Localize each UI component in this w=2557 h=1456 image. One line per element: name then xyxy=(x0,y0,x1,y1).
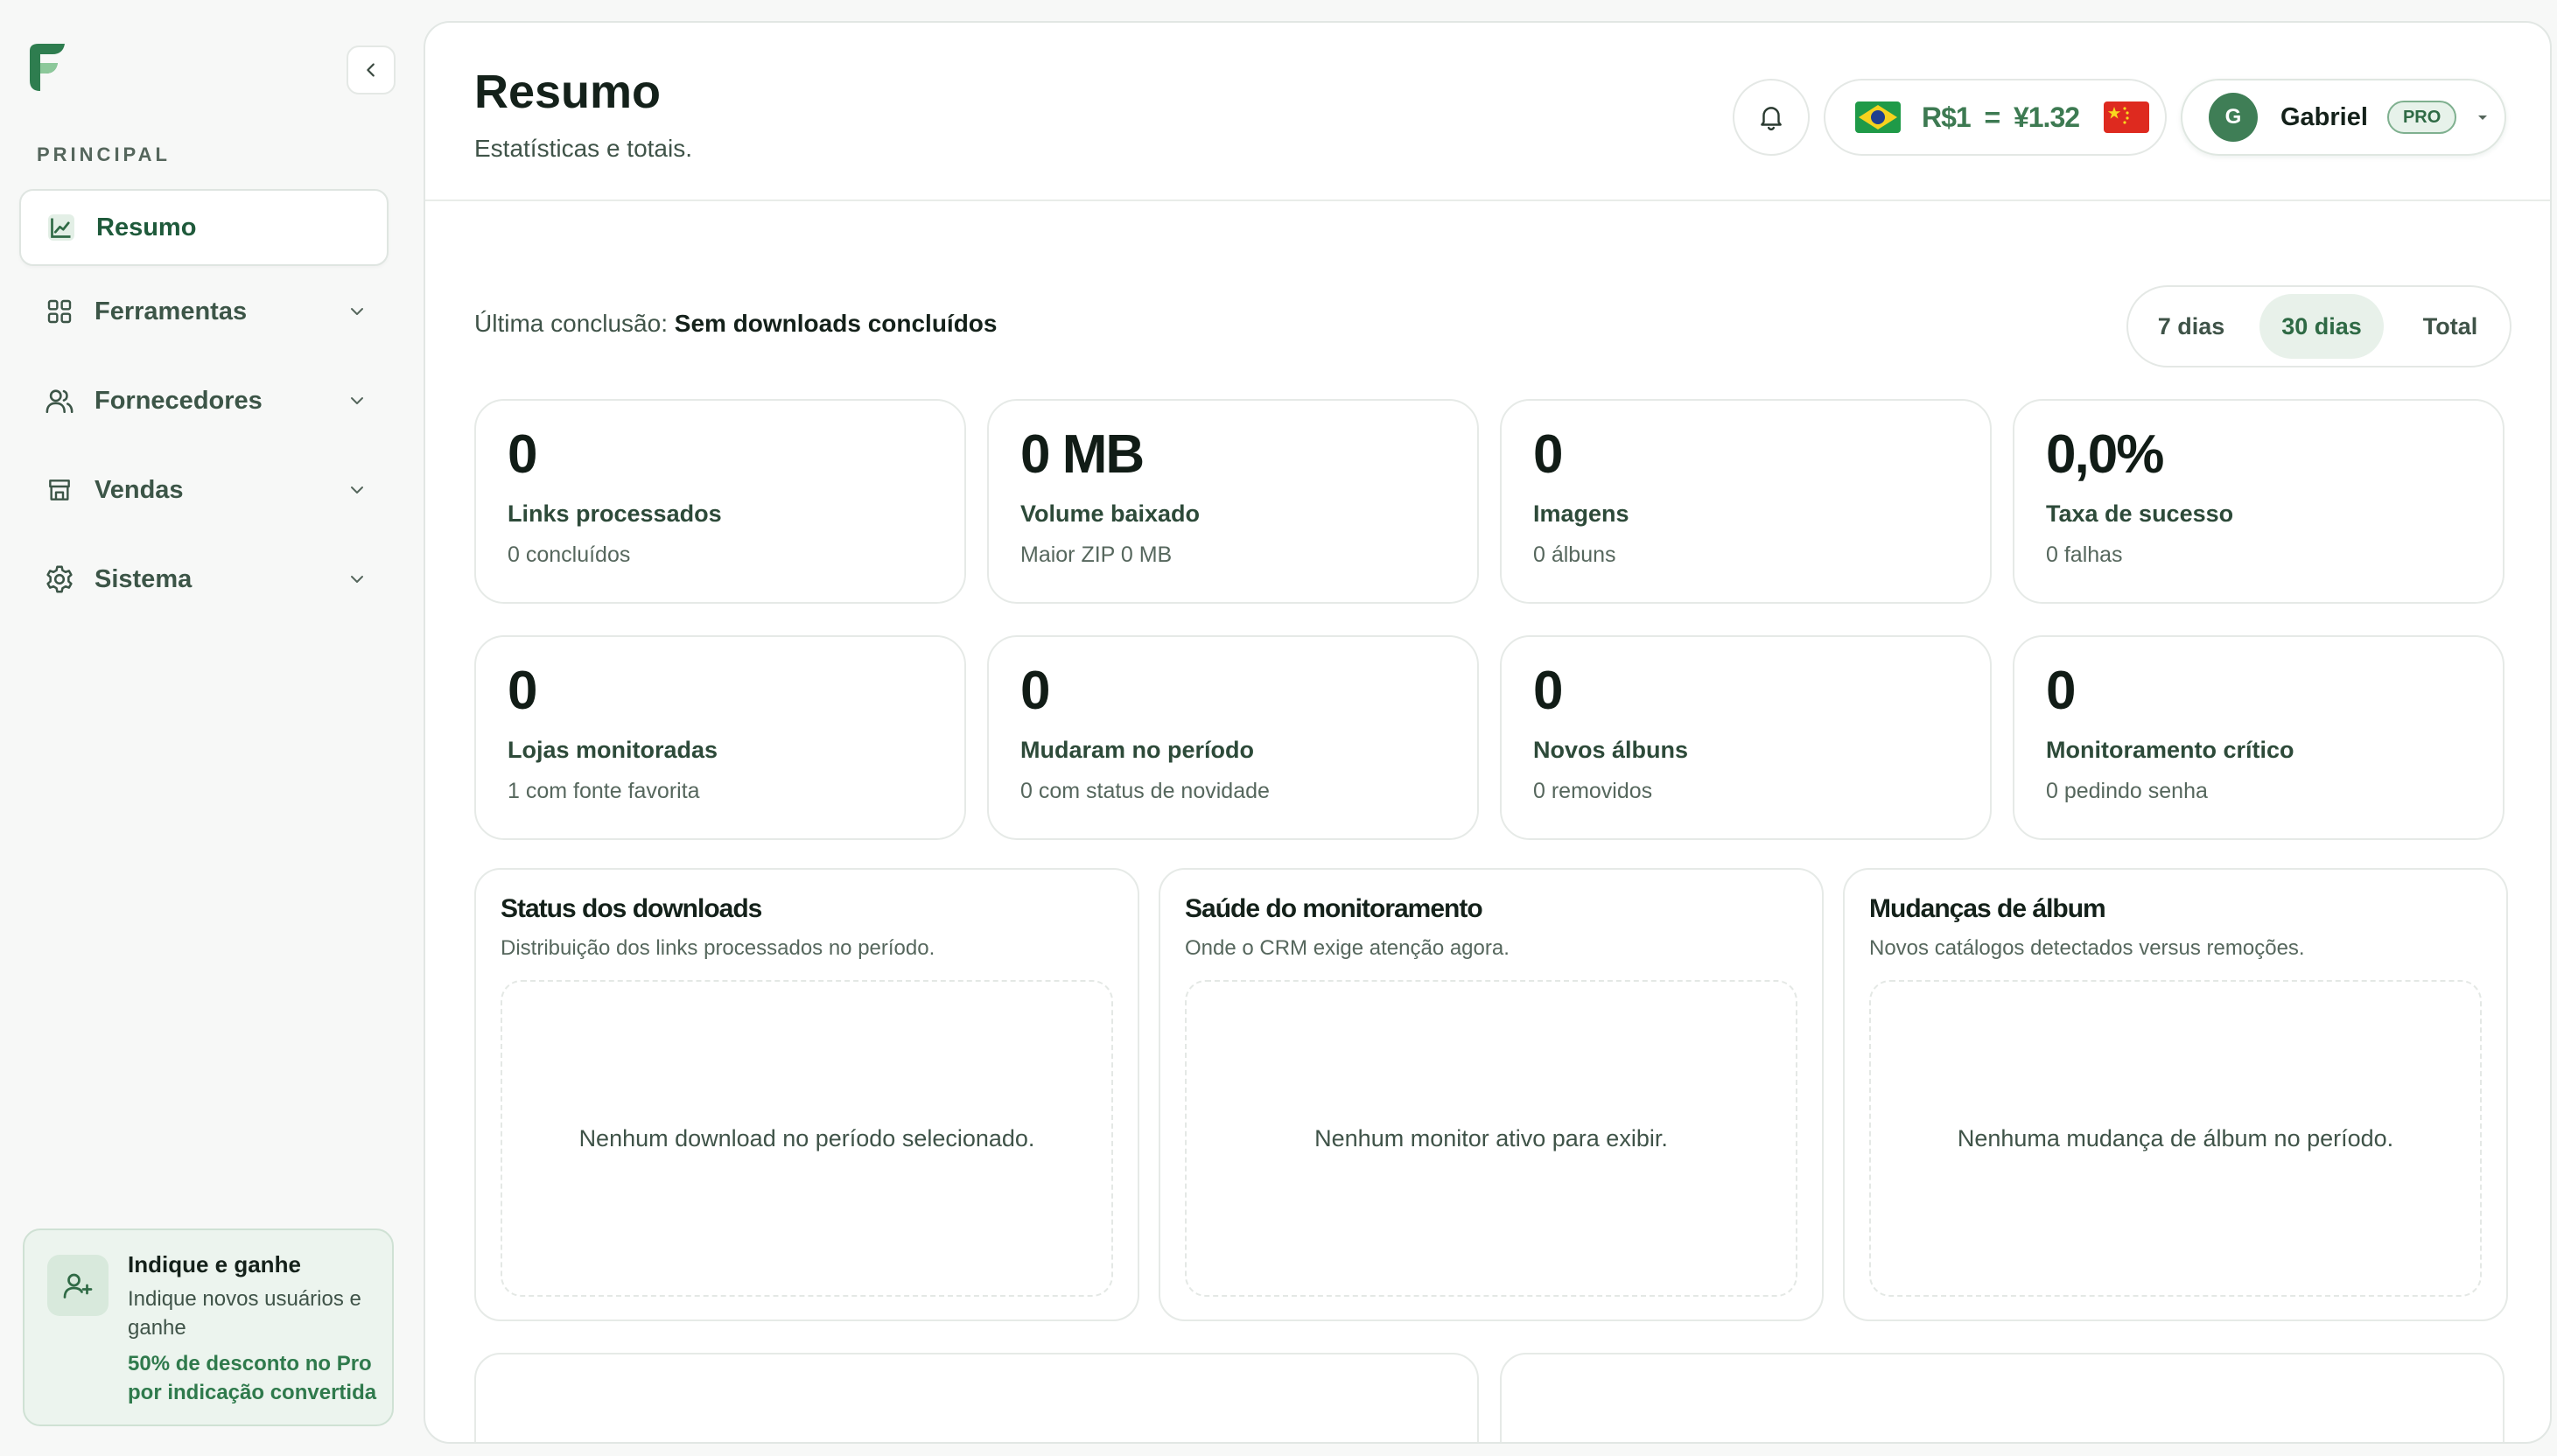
period-selector: 7 dias 30 dias Total xyxy=(2126,285,2511,368)
sidebar-item-label: Vendas xyxy=(95,475,184,504)
sidebar-item-sistema[interactable]: Sistema xyxy=(19,541,389,618)
stat-value: 0 xyxy=(1020,661,1051,721)
stat-card-links-processados: 0 Links processados 0 concluídos xyxy=(474,399,966,604)
stat-value: 0 xyxy=(1533,661,1564,721)
caret-down-icon xyxy=(2478,116,2488,120)
main-panel: Resumo Estatísticas e totais. R$1 = ¥1.3… xyxy=(424,21,2552,1444)
chevron-down-icon xyxy=(351,576,363,583)
chevron-left-icon xyxy=(367,63,375,77)
stat-subtext: 0 concluídos xyxy=(508,542,631,567)
stat-value: 0 xyxy=(508,661,538,721)
period-total-button[interactable]: Total xyxy=(2396,294,2504,359)
sidebar-item-ferramentas[interactable]: Ferramentas xyxy=(19,273,389,350)
sidebar-item-label: Resumo xyxy=(96,213,197,242)
panel-saude-monitoramento: Saúde do monitoramento Onde o CRM exige … xyxy=(1159,868,1824,1321)
page-header: Resumo Estatísticas e totais. R$1 = ¥1.3… xyxy=(425,23,2550,201)
store-icon xyxy=(42,472,77,508)
stat-subtext: 0 removidos xyxy=(1533,779,1653,803)
panel-subtitle: Onde o CRM exige atenção agora. xyxy=(1185,936,1510,960)
last-completion: Última conclusão: Sem downloads concluíd… xyxy=(474,310,997,338)
bell-icon xyxy=(1761,107,1782,130)
stat-subtext: 1 com fonte favorita xyxy=(508,779,700,803)
referral-description: Indique novos usuários e ganhe xyxy=(128,1287,361,1340)
brazil-flag-icon xyxy=(1855,102,1901,133)
gear-icon xyxy=(42,562,77,597)
stat-card-mudaram-no-periodo: 0 Mudaram no período 0 com status de nov… xyxy=(987,635,1479,840)
sidebar-item-vendas[interactable]: Vendas xyxy=(19,452,389,528)
stat-subtext: 0 pedindo senha xyxy=(2046,779,2208,803)
stat-label: Novos álbuns xyxy=(1533,737,1689,763)
page-title: Resumo xyxy=(474,66,662,118)
user-menu-button[interactable]: G Gabriel PRO xyxy=(2181,79,2506,156)
empty-state: Nenhum download no período selecionado. xyxy=(501,980,1113,1297)
stat-subtext: 0 falhas xyxy=(2046,542,2123,567)
empty-state: Nenhuma mudança de álbum no período. xyxy=(1869,980,2482,1297)
stat-label: Imagens xyxy=(1533,500,1629,527)
stat-label: Lojas monitoradas xyxy=(508,737,718,763)
avatar: G xyxy=(2209,93,2258,142)
sidebar-item-label: Fornecedores xyxy=(95,386,263,415)
exchange-rate: R$1 = ¥1.32 xyxy=(1824,79,2167,156)
chevron-down-icon xyxy=(351,308,363,315)
chevron-down-icon xyxy=(351,397,363,404)
stat-card-imagens: 0 Imagens 0 álbuns xyxy=(1500,399,1992,604)
sidebar-item-fornecedores[interactable]: Fornecedores xyxy=(19,362,389,439)
user-name: Gabriel xyxy=(2280,102,2368,131)
exchange-rate-text: R$1 = ¥1.32 xyxy=(1922,101,2080,133)
stat-label: Mudaram no período xyxy=(1020,737,1255,763)
panel-subtitle: Distribuição dos links processados no pe… xyxy=(501,936,935,960)
stat-subtext: Maior ZIP 0 MB xyxy=(1020,542,1173,567)
period-30-days-button[interactable]: 30 dias xyxy=(2259,294,2384,359)
chart-line-icon xyxy=(44,210,79,245)
stat-subtext: 0 com status de novidade xyxy=(1020,779,1270,803)
stat-card-volume-baixado: 0 MB Volume baixado Maior ZIP 0 MB xyxy=(987,399,1479,604)
stat-value: 0 xyxy=(2046,661,2077,721)
collapse-sidebar-button[interactable] xyxy=(347,46,396,94)
stat-label: Volume baixado xyxy=(1020,500,1201,527)
stat-value: 0 xyxy=(1533,424,1564,485)
referral-title: Indique e ganhe xyxy=(128,1251,301,1278)
bottom-card-right xyxy=(1500,1353,2504,1442)
panel-status-downloads: Status dos downloads Distribuição dos li… xyxy=(474,868,1139,1321)
stat-label: Taxa de sucesso xyxy=(2046,500,2234,527)
panel-mudancas-album: Mudanças de álbum Novos catálogos detect… xyxy=(1843,868,2508,1321)
stat-value: 0,0% xyxy=(2046,424,2164,485)
stat-card-monitoramento-critico: 0 Monitoramento crítico 0 pedindo senha xyxy=(2013,635,2504,840)
china-flag-icon xyxy=(2104,102,2150,133)
panel-subtitle: Novos catálogos detectados versus remoçõ… xyxy=(1869,936,2305,960)
bottom-card-left xyxy=(474,1353,1479,1442)
users-icon xyxy=(42,383,77,418)
sidebar-item-label: Ferramentas xyxy=(95,297,248,326)
stat-card-novos-albuns: 0 Novos álbuns 0 removidos xyxy=(1500,635,1992,840)
stat-label: Monitoramento crítico xyxy=(2046,737,2294,763)
last-completion-value: Sem downloads concluídos xyxy=(674,310,998,337)
empty-state: Nenhum monitor ativo para exibir. xyxy=(1185,980,1797,1297)
notifications-button[interactable] xyxy=(1733,79,1810,156)
app-logo[interactable] xyxy=(26,42,68,93)
stat-value: 0 xyxy=(508,424,538,485)
chevron-down-icon xyxy=(351,486,363,494)
sidebar-item-resumo[interactable]: Resumo xyxy=(19,189,389,266)
stat-label: Links processados xyxy=(508,500,722,527)
period-7-days-button[interactable]: 7 dias xyxy=(2137,294,2245,359)
grid-icon xyxy=(42,294,77,329)
user-plus-icon xyxy=(47,1255,109,1316)
stat-card-taxa-de-sucesso: 0,0% Taxa de sucesso 0 falhas xyxy=(2013,399,2504,604)
referral-card[interactable]: Indique e ganhe Indique novos usuários e… xyxy=(23,1228,394,1426)
stat-value: 0 MB xyxy=(1020,424,1145,485)
sidebar: PRINCIPAL Resumo Ferramentas Fornecedore… xyxy=(0,0,424,1456)
page-subtitle: Estatísticas e totais. xyxy=(474,135,692,162)
referral-promo: 50% de desconto no Pro por indicação con… xyxy=(128,1352,377,1404)
plan-badge: PRO xyxy=(2386,101,2457,134)
stat-subtext: 0 álbuns xyxy=(1533,542,1616,567)
section-label: PRINCIPAL xyxy=(37,144,171,165)
sidebar-item-label: Sistema xyxy=(95,564,193,593)
panel-title: Saúde do monitoramento xyxy=(1185,894,1483,923)
stat-card-lojas-monitoradas: 0 Lojas monitoradas 1 com fonte favorita xyxy=(474,635,966,840)
panel-title: Status dos downloads xyxy=(501,894,762,923)
panel-title: Mudanças de álbum xyxy=(1869,894,2106,923)
last-completion-label: Última conclusão: xyxy=(474,310,668,337)
